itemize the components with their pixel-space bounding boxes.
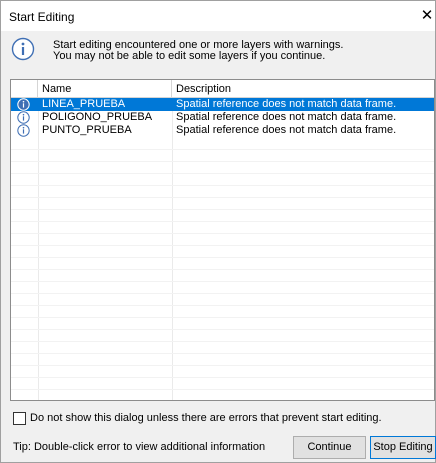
grid-line	[11, 161, 434, 162]
row-icon-cell	[11, 124, 38, 137]
table-row[interactable]: LINEA_PRUEBA Spatial reference does not m…	[11, 98, 434, 111]
start-editing-dialog: Start Editing ✕ Start editing encountere…	[0, 0, 436, 463]
info-icon	[17, 98, 30, 111]
tip-text: Tip: Double-click error to view addition…	[13, 441, 266, 453]
grid-line	[11, 269, 434, 270]
banner-message-line-2: You may not be able to edit some layers …	[53, 50, 326, 62]
info-icon	[17, 124, 30, 137]
row-description: Spatial reference does not match data fr…	[176, 124, 397, 136]
column-header-icon[interactable]	[11, 80, 38, 98]
column-header-name[interactable]: Name	[38, 80, 172, 98]
grid-line	[11, 233, 434, 234]
row-layer-name: LINEA_PRUEBA	[42, 98, 126, 110]
do-not-show-checkbox-label[interactable]: Do not show this dialog unless there are…	[30, 412, 382, 424]
grid-line	[11, 317, 434, 318]
grid-line	[11, 281, 434, 282]
grid-line	[11, 353, 434, 354]
warnings-table[interactable]: Name Description LINEA_PRUEBA Spatial ref…	[10, 79, 435, 401]
row-icon-cell	[11, 98, 38, 111]
row-icon-cell	[11, 111, 38, 124]
grid-line	[11, 173, 434, 174]
grid-line	[11, 293, 434, 294]
grid-line	[11, 185, 434, 186]
row-layer-name: PUNTO_PRUEBA	[42, 124, 132, 136]
info-icon	[17, 111, 30, 124]
row-layer-name: POLIGONO_PRUEBA	[42, 111, 153, 123]
info-icon	[11, 37, 35, 61]
grid-line	[11, 329, 434, 330]
do-not-show-checkbox[interactable]	[13, 412, 26, 425]
grid-line	[11, 221, 434, 222]
grid-line	[11, 341, 434, 342]
column-divider	[38, 98, 39, 400]
grid-line	[11, 209, 434, 210]
grid-line	[11, 257, 434, 258]
grid-line	[11, 149, 434, 150]
table-body: LINEA_PRUEBA Spatial reference does not m…	[11, 98, 434, 137]
column-header-description[interactable]: Description	[172, 80, 434, 98]
row-description: Spatial reference does not match data fr…	[176, 98, 397, 110]
grid-line	[11, 377, 434, 378]
grid-line	[11, 245, 434, 246]
warning-banner: Start editing encountered one or more la…	[1, 31, 435, 73]
table-row[interactable]: POLIGONO_PRUEBA Spatial reference does no…	[11, 111, 434, 124]
close-button[interactable]: ✕	[419, 6, 435, 26]
row-description: Spatial reference does not match data fr…	[176, 111, 397, 123]
column-divider	[172, 98, 173, 400]
table-header: Name Description	[11, 80, 434, 98]
table-row[interactable]: PUNTO_PRUEBA Spatial reference does not m…	[11, 124, 434, 137]
grid-line	[11, 305, 434, 306]
stop-editing-button[interactable]: Stop Editing	[370, 436, 436, 459]
grid-line	[11, 197, 434, 198]
grid-line	[11, 365, 434, 366]
grid-line	[11, 389, 434, 390]
continue-button[interactable]: Continue	[293, 436, 366, 459]
window-title: Start Editing	[9, 10, 75, 24]
title-bar: Start Editing ✕	[1, 1, 435, 31]
